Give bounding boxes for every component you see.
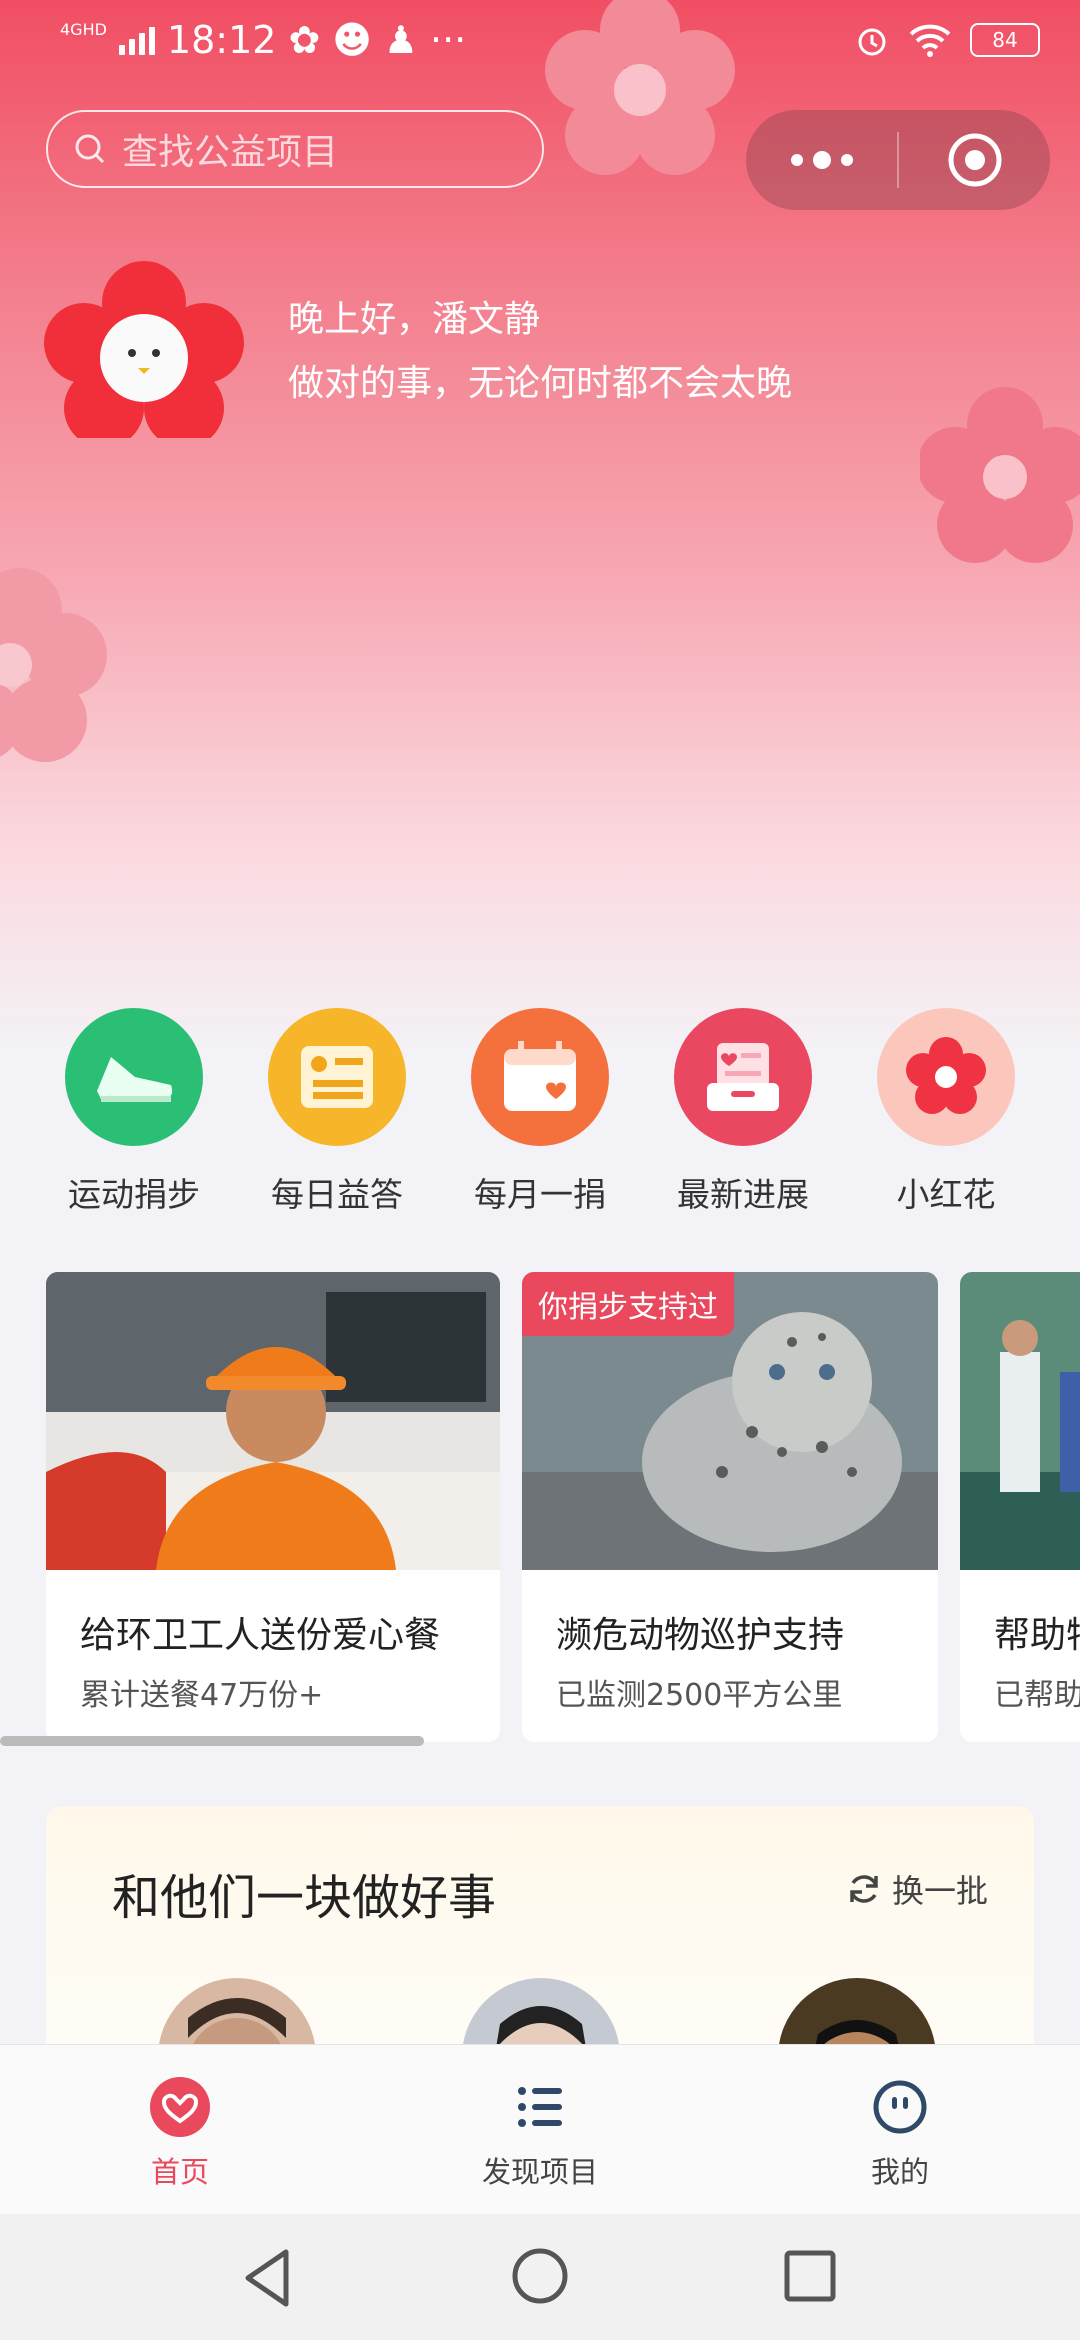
alarm-icon — [858, 28, 886, 56]
target-icon — [948, 133, 1001, 187]
bottom-tab-bar: 首页 发现项目 我的 — [0, 2044, 1080, 2215]
qq-icon: ♟ — [383, 18, 418, 62]
shortcut-latest-progress[interactable]: 最新进展 — [653, 1008, 833, 1216]
system-nav-bar — [0, 2214, 1080, 2340]
refresh-label: 换一批 — [891, 1872, 988, 1910]
fan-icon: ✿ — [288, 18, 321, 62]
miniprogram-capsule — [746, 110, 1050, 210]
project-title: 给环卫工人送份爱心餐 — [80, 1615, 441, 1656]
close-miniprogram-button[interactable] — [899, 110, 1050, 210]
shortcut-monthly-donation[interactable]: 每月一捐 — [450, 1008, 630, 1216]
tab-discover[interactable]: 发现项目 — [440, 2075, 640, 2191]
sneaker-icon — [65, 1008, 203, 1146]
refresh-icon — [850, 1875, 878, 1903]
carousel-scroll-indicator — [0, 1736, 424, 1746]
supported-tag: 你捐步支持过 — [522, 1272, 734, 1336]
list-icon — [518, 2087, 562, 2127]
project-card[interactable]: 你捐步支持过 濒危动物巡护支持 已监测2500平方公里 — [522, 1272, 938, 1742]
project-photo-snow-leopard: 你捐步支持过 — [522, 1272, 938, 1570]
shortcut-grid: 运动捐步 每日益答 每月一捐 最新进展 小红花 — [0, 1008, 1080, 1214]
decor-flower-icon — [0, 568, 107, 762]
shortcut-daily-quiz[interactable]: 每日益答 — [247, 1008, 427, 1216]
inbox-heart-icon — [674, 1008, 812, 1146]
clock: 18:12 — [166, 18, 277, 62]
refresh-button[interactable]: 换一批 — [846, 1866, 988, 1912]
together-section: 和他们一块做好事 换一批 — [46, 1806, 1034, 2066]
decor-flower-icon — [920, 387, 1080, 563]
home-heart-icon — [150, 2077, 210, 2137]
project-photo-people — [960, 1272, 1080, 1570]
red-flower-mascot-icon — [44, 261, 244, 438]
search-placeholder: 查找公益项目 — [122, 132, 339, 173]
back-nav-button[interactable] — [238, 2246, 298, 2310]
home-nav-button[interactable] — [510, 2246, 570, 2306]
recents-nav-button[interactable] — [782, 2248, 838, 2304]
more-notifications-icon: ··· — [430, 18, 467, 62]
project-subtitle: 已监测2500平方公里 — [556, 1678, 843, 1713]
more-menu-button[interactable] — [746, 110, 897, 210]
tab-me[interactable]: 我的 — [800, 2075, 1000, 2191]
app-face-icon: ☻ — [332, 18, 372, 62]
tab-label: 我的 — [870, 2155, 929, 2189]
red-flower-icon — [877, 1008, 1015, 1146]
search-icon — [75, 134, 105, 164]
shortcut-step-donation[interactable]: 运动捐步 — [44, 1008, 224, 1216]
project-subtitle: 累计送餐47万份+ — [80, 1678, 324, 1713]
project-card[interactable]: 给环卫工人送份爱心餐 累计送餐47万份+ — [46, 1272, 500, 1742]
status-bar: 4GHD 18:12 ✿ ☻ ♟ ··· 84 — [0, 0, 1080, 90]
tab-home[interactable]: 首页 — [80, 2075, 280, 2191]
quiz-card-icon — [268, 1008, 406, 1146]
project-title: 帮助特 — [994, 1615, 1080, 1656]
face-icon — [873, 2080, 927, 2134]
greeting-name: 晚上好，潘文静 — [288, 299, 541, 340]
wifi-icon — [909, 24, 951, 57]
project-carousel[interactable]: 给环卫工人送份爱心餐 累计送餐47万份+ 你捐步支持过 濒危动物巡护支持 已监测… — [0, 1272, 1080, 1742]
section-title: 和他们一块做好事 — [112, 1870, 497, 1926]
more-dots-icon — [790, 151, 853, 169]
greeting-slogan: 做对的事，无论何时都不会太晚 — [288, 363, 793, 404]
project-card[interactable]: 帮助特 已帮助 — [960, 1272, 1080, 1742]
battery-indicator: 84 — [970, 23, 1040, 57]
tab-label: 发现项目 — [481, 2155, 598, 2189]
project-photo-sanitation-worker — [46, 1272, 500, 1570]
project-subtitle: 已帮助 — [994, 1678, 1080, 1713]
signal-icon — [118, 25, 155, 55]
shortcut-red-flower[interactable]: 小红花 — [856, 1008, 1036, 1216]
tab-label: 首页 — [150, 2155, 209, 2189]
project-title: 濒危动物巡护支持 — [556, 1615, 845, 1656]
network-type: 4GHD — [60, 20, 107, 39]
calendar-heart-icon — [471, 1008, 609, 1146]
search-input[interactable]: 查找公益项目 — [46, 110, 544, 188]
greeting: 晚上好，潘文静 做对的事，无论何时都不会太晚 — [288, 288, 792, 416]
